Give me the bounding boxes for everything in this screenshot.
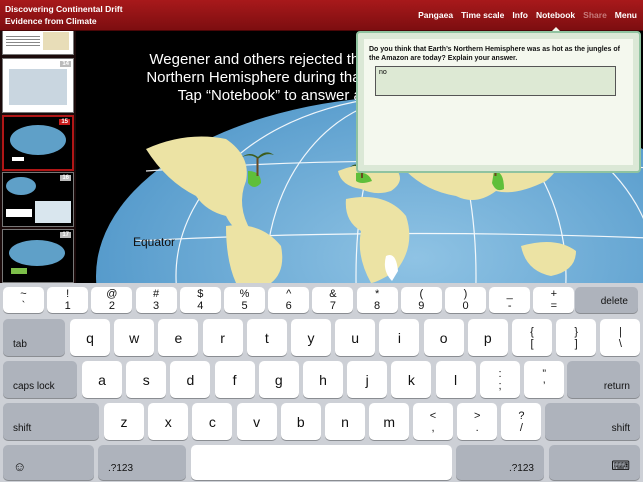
slide-thumbnail[interactable]: 14 [2, 58, 74, 113]
nav-pangaea[interactable]: Pangaea [418, 10, 453, 20]
key[interactable]: t [246, 319, 287, 356]
key[interactable]: a [82, 361, 122, 398]
slide-thumbnail-selected[interactable]: 15 [2, 115, 74, 171]
delete-key[interactable]: delete [575, 287, 638, 313]
key[interactable]: r [202, 319, 243, 356]
space-bar[interactable] [191, 445, 452, 480]
nav-time-scale[interactable]: Time scale [461, 10, 504, 20]
key[interactable]: }] [556, 319, 597, 356]
slide-number: 15 [59, 119, 70, 125]
nav-info[interactable]: Info [512, 10, 528, 20]
key[interactable]: o [423, 319, 464, 356]
key[interactable]: | \ [600, 319, 641, 356]
notebook-answer-field[interactable]: no [375, 66, 616, 96]
key[interactable]: ^ 6 [268, 287, 310, 313]
key[interactable]: ~ ` [3, 287, 44, 313]
caps-lock-key[interactable]: caps lock [3, 361, 77, 398]
key[interactable]: i [379, 319, 420, 356]
app-title: Discovering Continental Drift [5, 4, 123, 14]
shift-key-right[interactable]: shift [545, 403, 640, 440]
key[interactable]: l [435, 361, 476, 398]
key[interactable]: + = [533, 287, 575, 313]
key[interactable]: _ - [489, 287, 531, 313]
key[interactable]: & 7 [312, 287, 354, 313]
key[interactable]: ) 0 [445, 287, 486, 313]
key[interactable]: {[ [512, 319, 552, 356]
numbers-key-right[interactable]: .?123 [456, 445, 544, 480]
key[interactable]: w [114, 319, 155, 356]
tab-key[interactable]: tab [3, 319, 65, 356]
key[interactable]: v [236, 403, 277, 440]
app-subtitle: Evidence from Climate [5, 16, 97, 26]
key[interactable]: :; [480, 361, 520, 398]
key[interactable]: z [104, 403, 144, 440]
onscreen-keyboard: delete tab caps lock return shift shift … [0, 283, 643, 482]
key[interactable]: x [148, 403, 189, 440]
notebook-popover: Do you think that Earth’s Northern Hemis… [356, 31, 641, 173]
slide-number: 14 [60, 61, 71, 67]
slide-thumbnail[interactable]: 17 [2, 229, 74, 283]
slide-number: 17 [60, 232, 71, 238]
return-key[interactable]: return [567, 361, 640, 398]
emoji-key[interactable]: ☺ [3, 445, 94, 480]
slide-number: 16 [60, 175, 71, 181]
slide-thumbnail[interactable]: 16 [2, 172, 74, 227]
key[interactable]: k [391, 361, 432, 398]
key[interactable]: y [291, 319, 331, 356]
nav-share[interactable]: Share [583, 10, 607, 20]
numbers-key-left[interactable]: .?123 [98, 445, 186, 480]
key[interactable]: p [467, 319, 508, 356]
key[interactable]: (9 [400, 287, 442, 313]
nav-menu[interactable]: Menu [615, 10, 637, 20]
key[interactable]: n [325, 403, 365, 440]
key[interactable]: * 8 [356, 287, 398, 313]
key[interactable]: d [170, 361, 211, 398]
key[interactable]: m [369, 403, 410, 440]
top-nav: Pangaea Time scale Info Notebook Share M… [418, 10, 637, 32]
key[interactable]: e [158, 319, 199, 356]
key[interactable]: @2 [91, 287, 133, 313]
top-bar: Discovering Continental Drift Evidence f… [0, 0, 643, 32]
shift-key-left[interactable]: shift [3, 403, 99, 440]
key[interactable]: j [347, 361, 388, 398]
key[interactable]: u [335, 319, 376, 356]
key[interactable]: $4 [179, 287, 221, 313]
key[interactable]: q [70, 319, 110, 356]
slide-thumbnail-list[interactable]: 14 15 16 17 [0, 31, 76, 283]
key[interactable]: c [192, 403, 233, 440]
key[interactable]: g [258, 361, 299, 398]
key[interactable]: >. [457, 403, 498, 440]
key[interactable]: ”’ [524, 361, 565, 398]
key[interactable]: f [214, 361, 255, 398]
nav-notebook[interactable]: Notebook [536, 10, 575, 32]
key[interactable]: #3 [135, 287, 177, 313]
notebook-question: Do you think that Earth’s Northern Hemis… [369, 46, 621, 62]
key[interactable]: ? / [501, 403, 542, 440]
key[interactable]: <, [413, 403, 453, 440]
key[interactable]: ! 1 [47, 287, 89, 313]
key[interactable]: % 5 [224, 287, 265, 313]
key[interactable]: s [126, 361, 167, 398]
slide-thumbnail[interactable] [2, 31, 74, 55]
key[interactable]: h [303, 361, 343, 398]
hide-keyboard-key[interactable]: ⌨ [549, 445, 640, 480]
key[interactable]: b [280, 403, 321, 440]
equator-label: Equator [133, 235, 176, 249]
